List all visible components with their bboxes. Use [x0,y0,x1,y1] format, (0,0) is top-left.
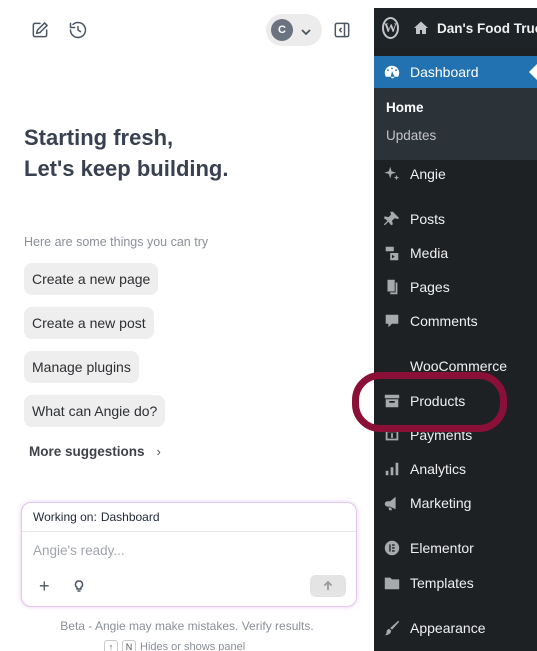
page-title: Starting fresh, Let's keep building. [24,122,228,184]
menu-media[interactable]: Media [374,238,537,268]
shortcut-text: Hides or shows panel [140,641,246,651]
gauge-icon [374,63,410,81]
bar-chart-icon [374,460,410,478]
beta-disclaimer: Beta - Angie may make mistakes. Verify r… [60,619,314,633]
suggestion-manage-plugins[interactable]: Manage plugins [24,351,139,383]
lightbulb-icon[interactable] [72,579,86,593]
menu-posts[interactable]: Posts [374,204,537,234]
angie-topbar: C [0,0,374,56]
menu-comments-label: Comments [410,313,478,329]
chat-composer: Working on: Dashboard Angie's ready... + [21,502,357,607]
menu-dashboard-label: Dashboard [410,64,479,80]
menu-dashboard[interactable]: Dashboard [374,56,537,88]
menu-elementor-label: Elementor [410,540,474,556]
menu-woocommerce-label: WooCommerce [410,358,507,374]
collapse-panel-icon[interactable] [330,18,354,42]
pages-icon [374,278,410,296]
wordpress-logo-icon[interactable]: W [382,17,399,39]
key-n-icon: N [122,640,136,651]
menu-angie-label: Angie [410,166,446,182]
archive-icon [374,392,410,410]
more-suggestions-label: More suggestions [29,444,145,459]
menu-marketing[interactable]: Marketing [374,488,537,518]
heading-line-2: Let's keep building. [24,156,229,181]
user-switcher[interactable]: C [266,14,322,46]
home-icon[interactable] [413,20,429,36]
suggestion-create-page[interactable]: Create a new page [24,263,159,295]
submenu-updates[interactable]: Updates [386,128,436,143]
menu-products[interactable]: Products [374,386,537,416]
menu-woocommerce[interactable]: WooCommerce [374,351,537,381]
menu-payments-label: Payments [410,427,473,443]
folder-icon [374,574,410,592]
menu-analytics[interactable]: Analytics [374,454,537,484]
suggestions-hint: Here are some things you can try [24,235,209,249]
menu-marketing-label: Marketing [410,495,472,511]
arrow-up-icon [323,580,333,590]
send-button[interactable] [310,575,346,597]
chevron-right-icon: › [156,444,161,459]
menu-products-label: Products [410,393,466,409]
menu-angie[interactable]: Angie [374,159,537,189]
menu-templates-label: Templates [410,575,474,591]
new-chat-icon[interactable] [28,18,52,42]
brush-icon [374,619,410,637]
menu-media-label: Media [410,245,449,261]
working-context: Working on: Dashboard [22,503,356,532]
dashboard-submenu: Home Updates [374,88,537,160]
menu-pages-label: Pages [410,279,450,295]
heading-line-1: Starting fresh, [24,125,174,150]
menu-payments[interactable]: Payments [374,420,537,450]
payments-icon [374,426,410,444]
megaphone-icon [374,494,410,512]
menu-pages[interactable]: Pages [374,272,537,302]
key-up-icon: ↑ [104,640,118,651]
working-on-value: Dashboard [100,510,160,524]
woocommerce-icon [374,357,410,375]
menu-analytics-label: Analytics [410,461,467,477]
current-menu-indicator [529,64,537,80]
menu-appearance-label: Appearance [410,620,486,636]
site-name-link[interactable]: Dan's Food Truck [437,21,537,36]
add-attachment-icon[interactable]: + [39,577,50,595]
history-icon[interactable] [66,18,90,42]
shortcut-hint: ↑ N Hides or shows panel [104,640,245,651]
chat-input[interactable]: Angie's ready... [33,543,125,558]
working-on-label: Working on: [33,510,97,524]
suggestion-what-can-angie-do[interactable]: What can Angie do? [24,395,166,427]
pin-icon [374,210,410,228]
submenu-home[interactable]: Home [386,100,424,115]
wp-admin-bar: W Dan's Food Truck [374,8,537,48]
menu-templates[interactable]: Templates [374,568,537,598]
menu-appearance[interactable]: Appearance [374,613,537,643]
menu-comments[interactable]: Comments [374,306,537,336]
menu-posts-label: Posts [410,211,446,227]
sparkle-icon [374,165,410,183]
wp-admin-sidebar: W Dan's Food Truck Dashboard Home Update… [374,8,537,651]
menu-elementor[interactable]: Elementor [374,533,537,563]
chevron-down-icon [300,25,311,36]
elementor-icon [374,539,410,557]
suggestion-create-post[interactable]: Create a new post [24,307,154,339]
comment-icon [374,312,410,330]
avatar: C [271,19,293,41]
angie-panel: C Starting fresh, Let's keep building. H… [0,0,374,651]
more-suggestions-button[interactable]: More suggestions › [29,444,161,459]
media-icon [374,244,410,262]
